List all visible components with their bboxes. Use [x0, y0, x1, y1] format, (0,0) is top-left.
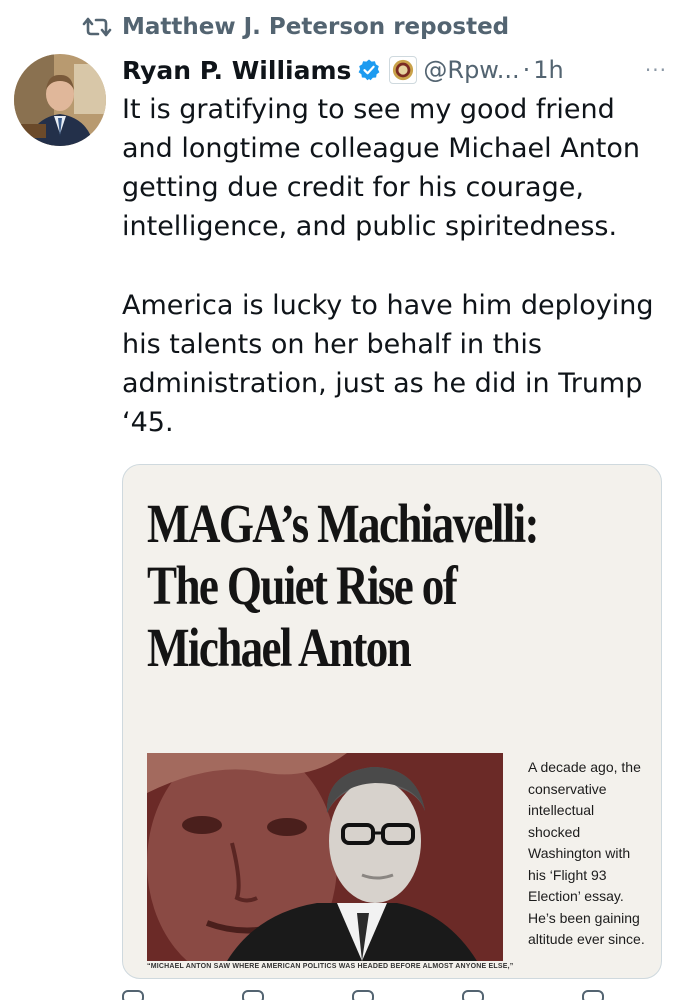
media-card[interactable]: MAGA’s Machiavelli: The Quiet Rise of Mi… — [122, 464, 662, 979]
headline-line: MAGA’s Machiavelli: — [147, 493, 540, 554]
verified-badge-icon[interactable] — [357, 58, 381, 82]
like-icon[interactable] — [352, 990, 374, 1000]
repost-icon — [82, 17, 112, 37]
author-handle[interactable]: @Rpw... — [423, 56, 519, 84]
tweet-text: It is gratifying to see my good friend a… — [122, 90, 667, 442]
photo-caption: “MICHAEL ANTON SAW WHERE AMERICAN POLITI… — [147, 963, 514, 970]
affiliation-seal-icon[interactable] — [389, 56, 418, 84]
article-summary: A decade ago, the conservative intellect… — [528, 759, 645, 947]
headline-line: Michael Anton — [147, 617, 412, 678]
tweet-header: Ryan P. Williams @Rpw... · 1h ··· — [122, 52, 667, 88]
headline-line: The Quiet Rise of — [147, 555, 458, 616]
more-options-icon[interactable]: ··· — [645, 52, 667, 88]
reply-icon[interactable] — [122, 990, 144, 1000]
views-icon[interactable] — [462, 990, 484, 1000]
avatar[interactable] — [14, 54, 106, 146]
article-photo — [147, 753, 503, 961]
article-headline: MAGA’s Machiavelli: The Quiet Rise of Mi… — [147, 493, 557, 679]
repost-label: Matthew J. Peterson reposted — [122, 14, 510, 40]
bookmark-icon[interactable] — [582, 990, 604, 1000]
tweet-paragraph: America is lucky to have him deploying h… — [122, 290, 654, 438]
tweet-paragraph: It is gratifying to see my good friend a… — [122, 94, 640, 242]
repost-indicator[interactable]: Matthew J. Peterson reposted — [82, 10, 509, 44]
author-name[interactable]: Ryan P. Williams — [122, 56, 351, 85]
separator-dot: · — [522, 56, 531, 84]
action-bar — [122, 990, 667, 1000]
repost-action-icon[interactable] — [242, 990, 264, 1000]
timestamp[interactable]: 1h — [533, 56, 563, 84]
